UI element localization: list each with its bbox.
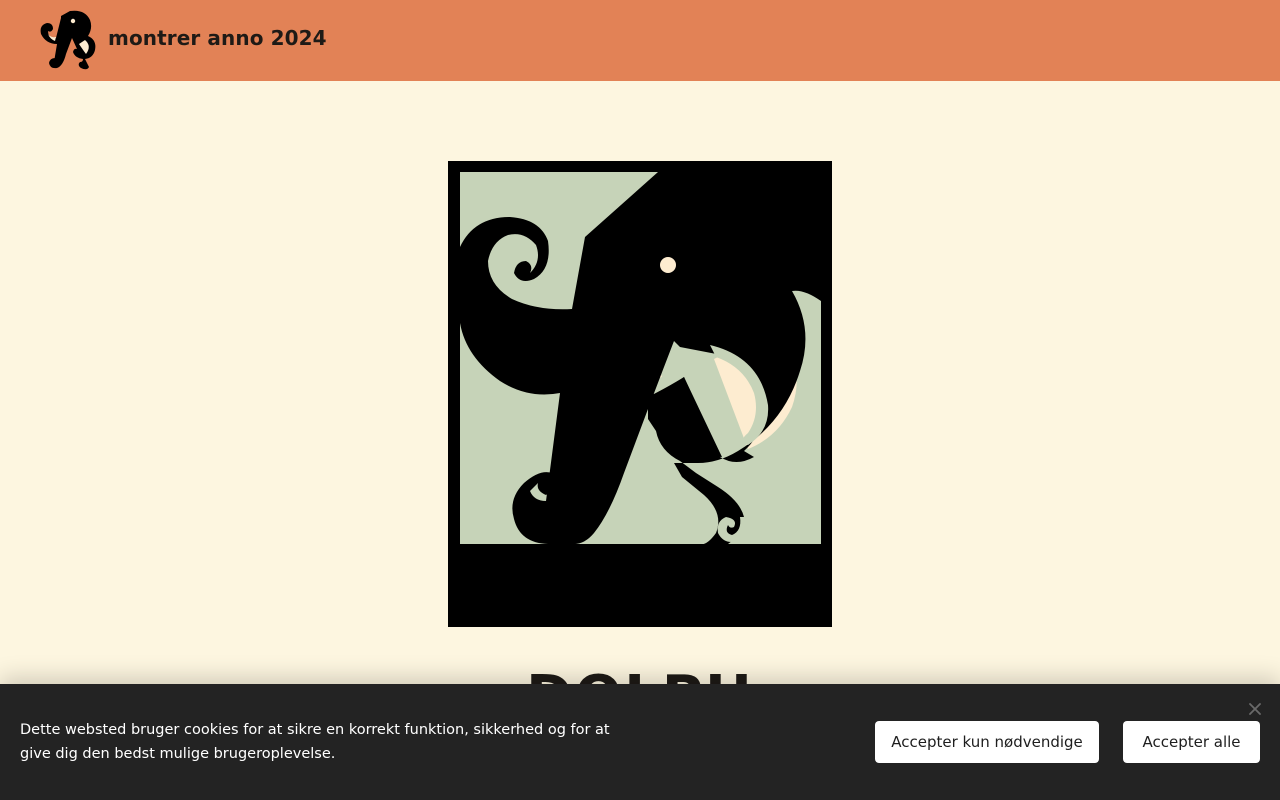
site-header: montrer anno 2024 bbox=[0, 0, 1280, 81]
elephant-logo-icon bbox=[448, 161, 832, 627]
elephant-logo-icon[interactable] bbox=[39, 10, 97, 70]
cookie-banner: Dette websted bruger cookies for at sikr… bbox=[0, 684, 1280, 800]
accept-all-button[interactable]: Accepter alle bbox=[1123, 721, 1260, 763]
close-icon[interactable] bbox=[1244, 698, 1266, 720]
accept-necessary-button[interactable]: Accepter kun nødvendige bbox=[875, 721, 1099, 763]
close-icon-glyph bbox=[1249, 703, 1261, 715]
cookie-message: Dette websted bruger cookies for at sikr… bbox=[20, 722, 610, 762]
site-title[interactable]: montrer anno 2024 bbox=[108, 26, 327, 50]
